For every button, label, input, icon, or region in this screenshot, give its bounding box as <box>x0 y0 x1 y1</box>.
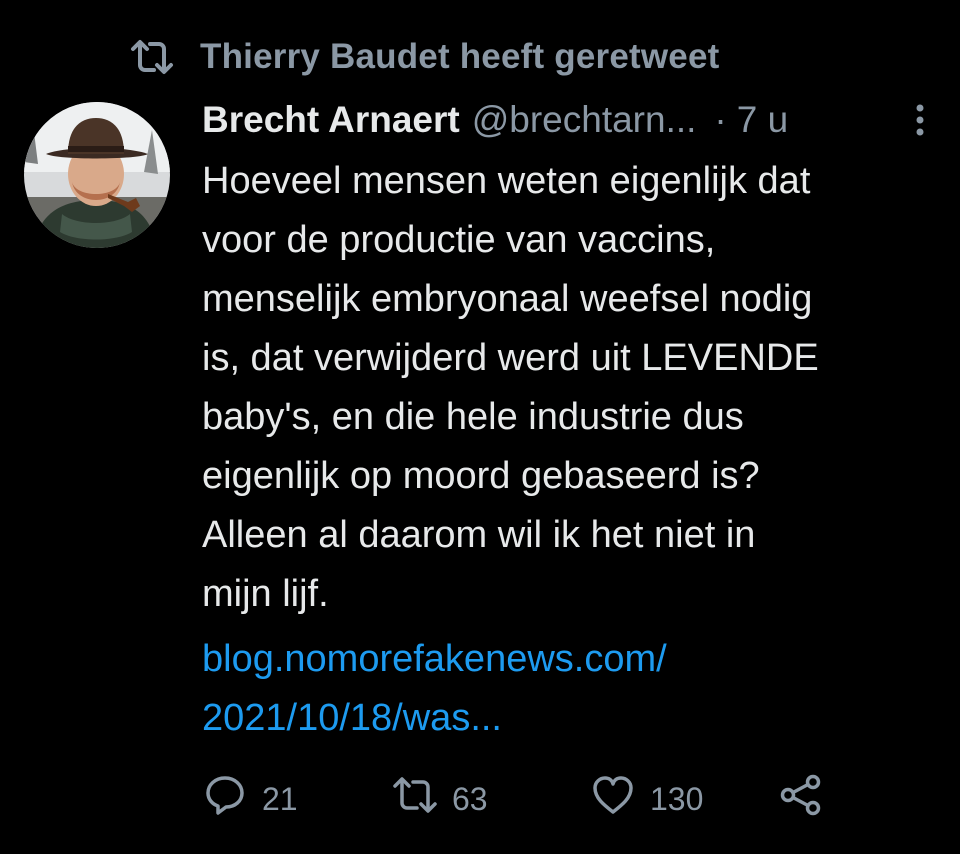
retweet-icon <box>130 38 174 76</box>
tweet-time[interactable]: 7 u <box>737 99 788 141</box>
avatar[interactable] <box>24 102 170 248</box>
heart-icon <box>590 774 636 824</box>
reply-button[interactable]: 21 <box>202 772 298 826</box>
retweet-banner[interactable]: Thierry Baudet heeft geretweet <box>130 34 719 80</box>
retweet-count: 63 <box>452 780 488 817</box>
author-name[interactable]: Brecht Arnaert <box>202 99 460 141</box>
author-handle[interactable]: @brechtarn... <box>472 99 697 141</box>
tweet-link[interactable]: blog.nomorefakenews.com/ 2021/10/18/was.… <box>202 630 932 748</box>
separator-dot: · <box>714 99 727 140</box>
reply-icon <box>202 772 248 826</box>
tweet-actions: 21 63 130 <box>0 772 960 826</box>
more-vertical-icon[interactable] <box>908 98 932 142</box>
like-count: 130 <box>650 780 704 817</box>
share-icon <box>778 772 824 826</box>
retweet-banner-text: Thierry Baudet heeft geretweet <box>200 37 720 76</box>
tweet-text: Hoeveel mensen weten eigenlijk dat voor … <box>202 160 819 615</box>
tweet-header: Brecht Arnaert @brechtarn... · 7 u <box>202 94 932 146</box>
retweet-button[interactable]: 63 <box>392 772 488 826</box>
retweet-icon <box>392 775 438 823</box>
share-button[interactable] <box>778 772 824 826</box>
reply-count: 21 <box>262 780 298 817</box>
like-button[interactable]: 130 <box>590 772 703 826</box>
